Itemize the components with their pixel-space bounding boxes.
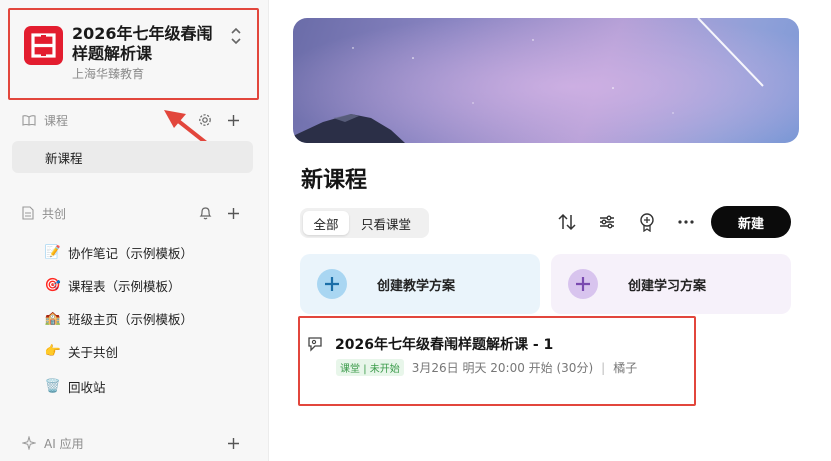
plus-circle-icon (317, 269, 347, 299)
create-teaching-plan-card[interactable]: 创建教学方案 (300, 254, 540, 314)
section-ai-label: AI 应用 (44, 436, 84, 451)
cover-banner (293, 18, 799, 143)
book-icon (22, 115, 36, 126)
classroom-chat-icon (308, 337, 322, 352)
plan-label: 创建学习方案 (628, 278, 707, 294)
section-ai: AI 应用 (22, 433, 84, 453)
section-cocreate-label: 共创 (42, 206, 67, 221)
add-course-button[interactable] (224, 110, 242, 130)
sidebar-item-trash[interactable]: 🗑️ 回收站 (12, 370, 253, 402)
sidebar-item-new-course[interactable]: 新课程 (12, 141, 253, 173)
plus-icon (227, 437, 239, 449)
course-list-item[interactable]: 2026年七年级春闱样题解析课 - 1 课堂 | 未开始 3月26日 明天 20… (298, 316, 696, 406)
more-icon[interactable] (673, 209, 699, 235)
bell-icon[interactable] (196, 203, 214, 223)
course-title: 2026年七年级春闱样题解析课 - 1 (335, 337, 554, 353)
org-switcher[interactable]: 2026年七年级春闱样题解析课 上海华臻教育 (8, 8, 259, 100)
plus-icon (227, 114, 239, 126)
sparkle-icon (22, 436, 36, 450)
plus-icon (227, 207, 239, 219)
filter-class-only[interactable]: 只看课堂 (349, 211, 423, 235)
school-icon: 🏫 (44, 310, 62, 326)
sidebar-item-label: 协作笔记（示例模板） (68, 245, 194, 261)
memo-icon: 📝 (44, 244, 62, 260)
document-icon (22, 206, 34, 220)
filter-all[interactable]: 全部 (303, 211, 349, 235)
sidebar-item-collab-notes[interactable]: 📝 协作笔记（示例模板） (12, 236, 253, 268)
meta-separator: | (601, 360, 606, 375)
sort-icon[interactable] (554, 209, 580, 235)
course-meta: 课堂 | 未开始 3月26日 明天 20:00 开始 (30分) | 橘子 (336, 359, 637, 376)
page-title: 新课程 (301, 168, 368, 193)
course-teacher: 橘子 (613, 361, 638, 375)
sidebar-item-about[interactable]: 👉 关于共创 (12, 335, 253, 367)
sidebar-item-label: 班级主页（示例模板） (68, 311, 194, 327)
plus-circle-icon (568, 269, 598, 299)
new-button[interactable]: 新建 (711, 206, 791, 238)
add-ai-app-button[interactable] (224, 433, 242, 453)
sidebar-item-label: 新课程 (45, 150, 83, 166)
sidebar-item-label: 关于共创 (68, 344, 119, 360)
org-title: 2026年七年级春闱样题解析课 (72, 24, 213, 63)
section-courses: 课程 (22, 110, 68, 130)
filter-toggle: 全部 只看课堂 (300, 208, 429, 238)
badge-icon[interactable] (634, 209, 660, 235)
add-cocreate-button[interactable] (224, 203, 242, 223)
sidebar-item-class-home[interactable]: 🏫 班级主页（示例模板） (12, 302, 253, 334)
target-icon: 🎯 (44, 277, 62, 293)
gear-icon[interactable] (196, 110, 214, 130)
brand-logo (24, 26, 63, 65)
sidebar-item-label: 回收站 (68, 379, 106, 395)
sidebar: 2026年七年级春闱样题解析课 上海华臻教育 课程 新课程 共创 📝 协作笔记（… (0, 0, 269, 461)
sidebar-item-label: 课程表（示例模板） (68, 278, 181, 294)
settings-sliders-icon[interactable] (594, 209, 620, 235)
status-badge: 课堂 | 未开始 (336, 359, 404, 376)
trash-icon: 🗑️ (44, 378, 62, 394)
create-learning-plan-card[interactable]: 创建学习方案 (551, 254, 791, 314)
pointing-hand-icon: 👉 (44, 343, 62, 359)
chevron-up-down-icon[interactable] (228, 26, 244, 48)
section-cocreate: 共创 (22, 203, 66, 223)
sidebar-item-schedule[interactable]: 🎯 课程表（示例模板） (12, 269, 253, 301)
org-subtitle: 上海华臻教育 (72, 67, 145, 81)
section-courses-label: 课程 (44, 113, 69, 128)
plan-label: 创建教学方案 (377, 278, 456, 294)
course-schedule: 3月26日 明天 20:00 开始 (30分) (411, 361, 594, 375)
